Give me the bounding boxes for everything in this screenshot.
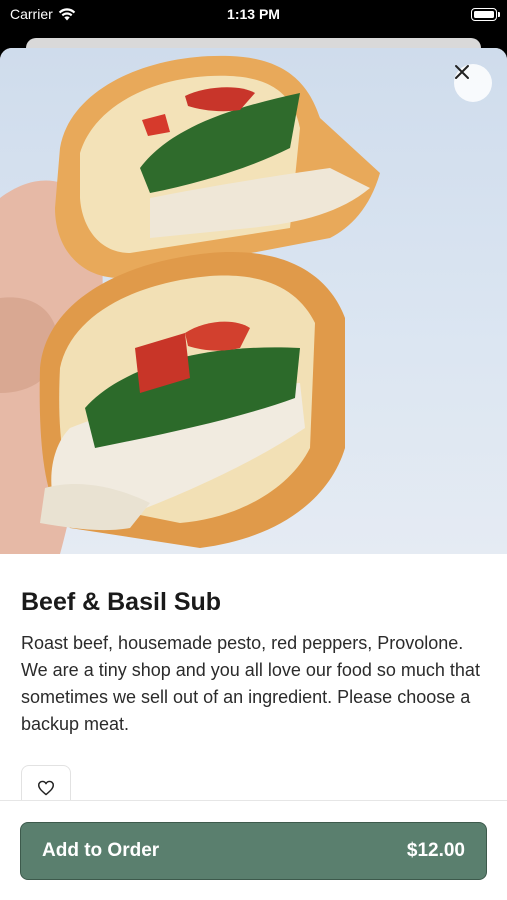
close-button[interactable] (454, 64, 492, 102)
item-price: $12.00 (406, 840, 465, 861)
item-title: Beef & Basil Sub (21, 588, 222, 616)
add-to-order-label: Add to Order (42, 840, 160, 861)
battery-icon (471, 8, 500, 21)
item-photo (0, 48, 507, 554)
status-time: 1:13 PM (227, 6, 280, 22)
heart-icon (38, 780, 54, 795)
order-footer: Add to Order $12.00 (0, 800, 507, 900)
item-detail-sheet: Beef & Basil Sub Roast beef, housemade p… (0, 48, 507, 900)
item-description: Roast beef, housemade pesto, red peppers… (21, 633, 480, 734)
close-icon (455, 65, 469, 79)
sandwich-illustration (0, 55, 380, 554)
add-to-order-button[interactable]: Add to Order $12.00 (20, 822, 487, 880)
status-bar: Carrier 1:13 PM (0, 0, 507, 30)
